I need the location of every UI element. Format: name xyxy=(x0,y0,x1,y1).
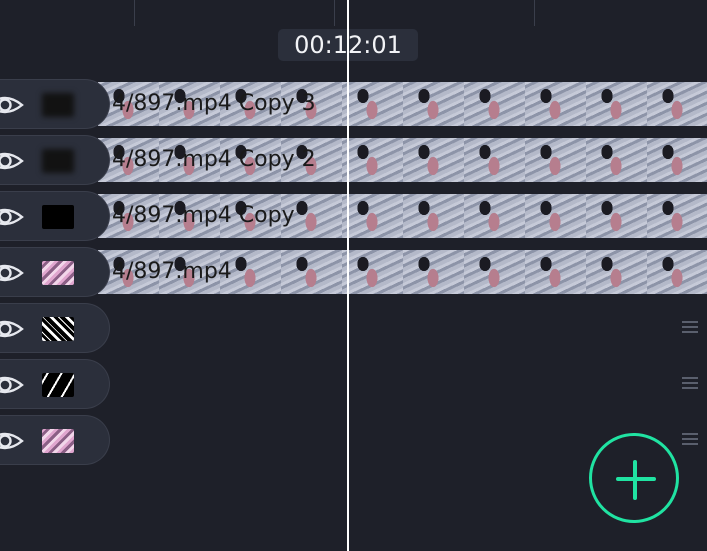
video-clip[interactable]: 4/897.mp4 xyxy=(98,250,707,294)
track-thumbnail xyxy=(42,317,74,341)
video-clip[interactable]: 4/897.mp4 Copy xyxy=(98,194,707,238)
drag-handle-icon[interactable] xyxy=(682,377,698,391)
playhead[interactable] xyxy=(347,0,349,551)
eye-icon[interactable] xyxy=(0,149,24,173)
track-thumbnail xyxy=(42,429,74,453)
ruler-tick xyxy=(334,0,335,26)
drag-handle-icon[interactable] xyxy=(682,321,698,335)
video-clip[interactable]: 4/897.mp4 Copy 2 xyxy=(98,138,707,182)
eye-icon[interactable] xyxy=(0,261,24,285)
track-row[interactable]: 4/897.mp4 xyxy=(0,247,707,297)
eye-icon[interactable] xyxy=(0,373,24,397)
timeline-ruler[interactable] xyxy=(0,0,707,28)
track-header xyxy=(0,415,110,465)
track-row[interactable]: 4/897.mp4 Copy 3 xyxy=(0,79,707,129)
eye-icon[interactable] xyxy=(0,205,24,229)
track-thumbnail xyxy=(42,261,74,285)
track-thumbnail xyxy=(42,93,74,117)
track-row[interactable]: 4/897.mp4 Copy xyxy=(0,191,707,241)
track-row[interactable] xyxy=(0,303,707,353)
track-header xyxy=(0,191,110,241)
track-row[interactable]: 4/897.mp4 Copy 2 xyxy=(0,135,707,185)
plus-icon-bar xyxy=(616,477,656,481)
track-header xyxy=(0,135,110,185)
track-header xyxy=(0,303,110,353)
clip-label: 4/897.mp4 xyxy=(112,259,232,284)
clip-label: 4/897.mp4 Copy xyxy=(112,203,295,228)
drag-handle-icon[interactable] xyxy=(682,433,698,447)
clip-label: 4/897.mp4 Copy 2 xyxy=(112,147,316,172)
track-header xyxy=(0,359,110,409)
track-thumbnail xyxy=(42,373,74,397)
eye-icon[interactable] xyxy=(0,93,24,117)
add-layer-button[interactable] xyxy=(589,433,679,523)
track-row[interactable] xyxy=(0,359,707,409)
track-header xyxy=(0,247,110,297)
eye-icon[interactable] xyxy=(0,429,24,453)
eye-icon[interactable] xyxy=(0,317,24,341)
clip-label: 4/897.mp4 Copy 3 xyxy=(112,91,316,116)
track-header xyxy=(0,79,110,129)
ruler-tick xyxy=(534,0,535,26)
track-thumbnail xyxy=(42,149,74,173)
ruler-tick xyxy=(134,0,135,26)
track-thumbnail xyxy=(42,205,74,229)
video-clip[interactable]: 4/897.mp4 Copy 3 xyxy=(98,82,707,126)
